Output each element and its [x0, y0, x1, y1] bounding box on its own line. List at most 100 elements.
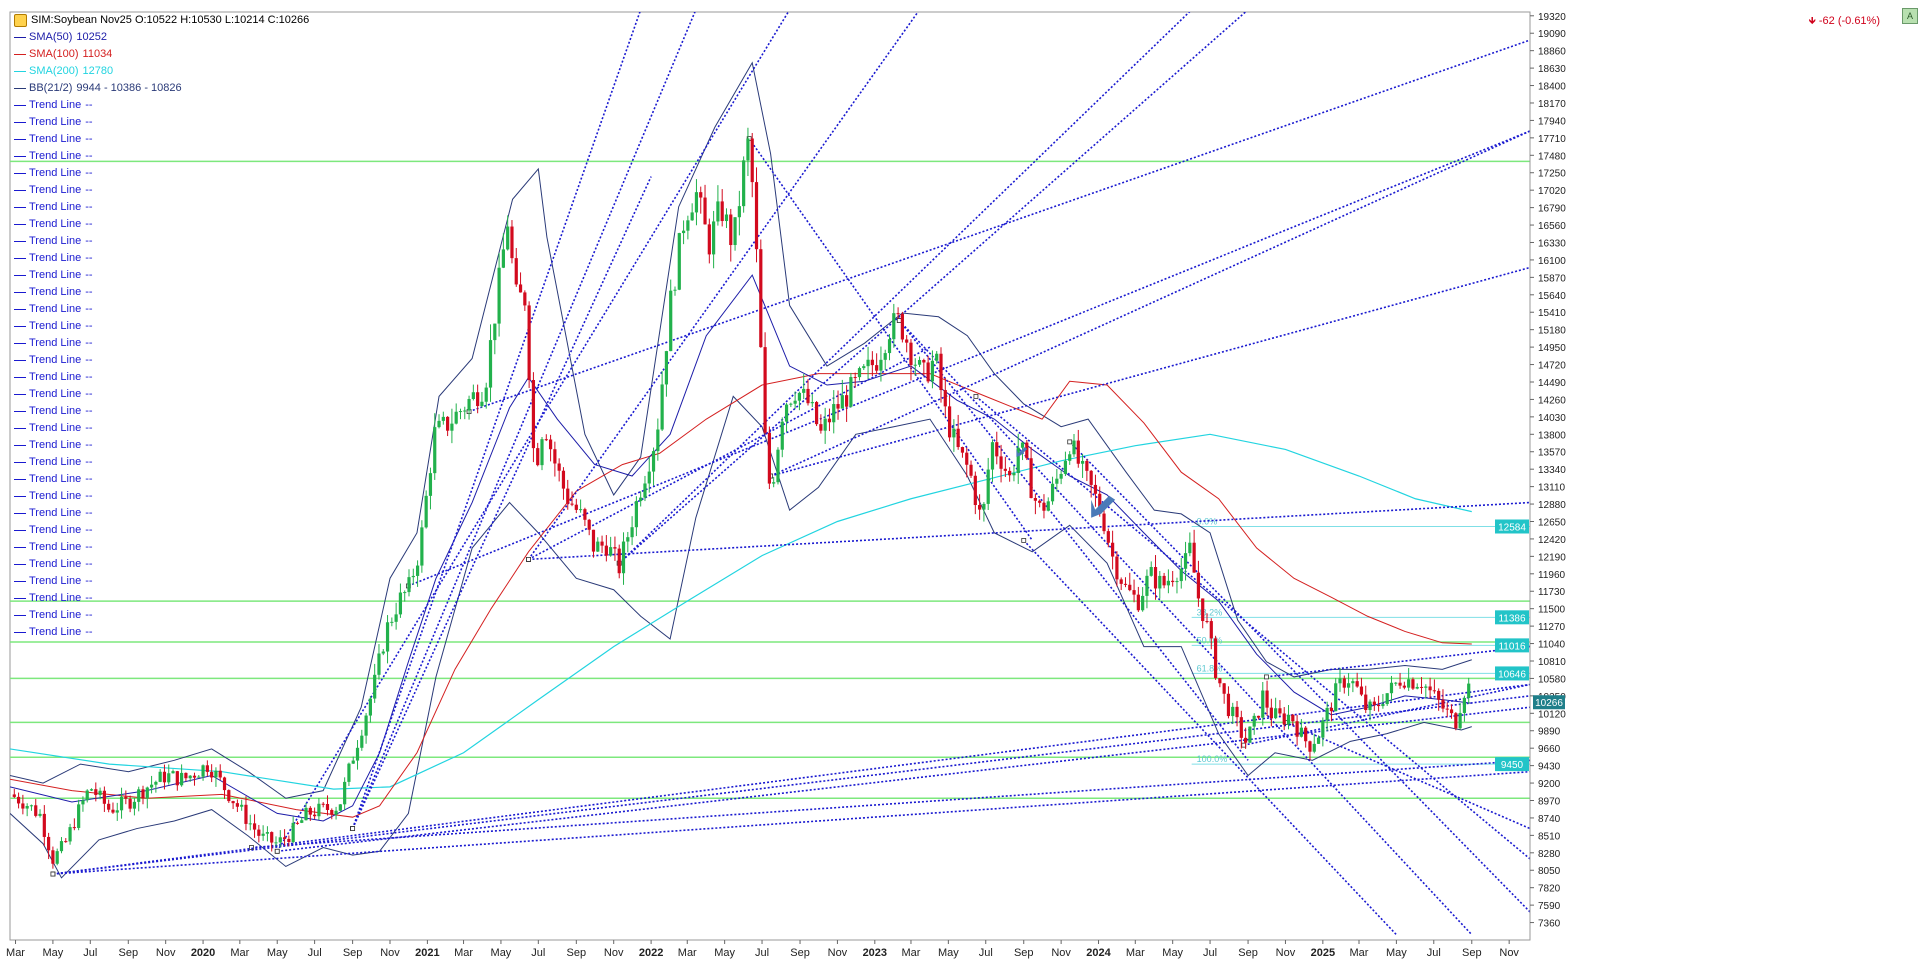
- candle-body: [347, 763, 351, 782]
- legend-trend-line: Trend Line --: [14, 573, 309, 590]
- candle-body: [561, 470, 566, 489]
- legend-trend-line: Trend Line --: [14, 539, 309, 556]
- legend-trend-line: Trend Line --: [14, 369, 309, 386]
- candle-body: [355, 747, 360, 761]
- candle-body: [377, 653, 381, 675]
- candle-body: [304, 807, 308, 821]
- trend-anchor: [1067, 439, 1073, 445]
- candle-body: [47, 836, 51, 851]
- autoscale-button[interactable]: A: [1902, 8, 1918, 24]
- candle-body: [252, 823, 257, 830]
- y-tick-label: 17250: [1538, 169, 1566, 180]
- candle-body: [540, 439, 544, 466]
- candle-body: [214, 770, 218, 778]
- legend-trend-line: Trend Line --: [14, 386, 309, 403]
- legend-trend-line: Trend Line --: [14, 284, 309, 301]
- legend-label: Trend Line: [29, 184, 82, 196]
- legend-swatch: [14, 54, 26, 55]
- candle-body: [29, 805, 34, 807]
- trend-anchor: [973, 393, 979, 399]
- candle-body: [875, 365, 879, 371]
- candle-body: [450, 423, 454, 431]
- candle-body: [724, 214, 729, 222]
- candle-body: [1368, 701, 1372, 711]
- x-tick-label: 2021: [415, 947, 439, 959]
- legend-label: SMA(50): [29, 31, 73, 43]
- x-tick-label: May: [1162, 947, 1183, 959]
- candle-body: [720, 201, 724, 222]
- candle-body: [257, 829, 261, 836]
- candle-body: [493, 323, 497, 341]
- candle-body: [1419, 686, 1424, 688]
- candle-body: [458, 411, 463, 413]
- candle-body: [1183, 553, 1188, 569]
- candle-body: [1166, 580, 1170, 586]
- candle-body: [609, 547, 613, 556]
- candle-body: [1342, 678, 1346, 688]
- candle-body: [1033, 498, 1037, 501]
- candle-body: [1265, 690, 1269, 708]
- y-tick-label: 17940: [1538, 116, 1566, 127]
- candle-body: [832, 404, 836, 423]
- legend-label: Trend Line: [29, 609, 82, 621]
- candle-body: [1428, 686, 1432, 691]
- candle-body: [784, 404, 789, 422]
- y-tick-label: 15640: [1538, 291, 1566, 302]
- y-tick-label: 11960: [1538, 570, 1566, 581]
- y-tick-label: 11040: [1538, 640, 1566, 651]
- y-tick-label: 11500: [1538, 605, 1566, 616]
- legend-label: Trend Line: [29, 507, 82, 519]
- legend-value: --: [85, 626, 93, 638]
- candle-body: [476, 392, 480, 407]
- candle-body: [1329, 707, 1334, 712]
- candle-body: [1072, 440, 1076, 455]
- x-tick-label: Sep: [1238, 947, 1258, 959]
- y-tick-label: 15180: [1538, 326, 1566, 337]
- candle-body: [415, 565, 420, 576]
- candle-body: [956, 428, 960, 448]
- legend-swatch: [14, 122, 26, 123]
- y-tick-label: 16560: [1538, 221, 1566, 232]
- legend-label: Trend Line: [29, 541, 82, 553]
- candle-body: [1445, 708, 1449, 710]
- legend-label: Trend Line: [29, 456, 82, 468]
- candle-body: [913, 364, 917, 366]
- y-tick-label: 8050: [1538, 866, 1561, 877]
- y-tick-label: 17710: [1538, 134, 1566, 145]
- candle-body: [1038, 500, 1042, 503]
- x-tick-label: Mar: [6, 947, 25, 959]
- candle-body: [802, 388, 806, 393]
- legend-value: --: [85, 592, 93, 604]
- candle-body: [38, 813, 42, 816]
- candle-body: [630, 527, 634, 538]
- candle-body: [77, 804, 81, 828]
- x-tick-label: Nov: [1499, 947, 1519, 959]
- legend-trend-line: Trend Line --: [14, 233, 309, 250]
- x-tick-label: Jul: [83, 947, 97, 959]
- legend-label: Trend Line: [29, 252, 82, 264]
- candle-body: [282, 837, 287, 839]
- candle-body: [634, 501, 638, 528]
- x-tick-label: 2020: [191, 947, 215, 959]
- fib-label: 38.2%: [1197, 607, 1223, 617]
- legend-trend-line: Trend Line --: [14, 165, 309, 182]
- candle-body: [712, 221, 716, 255]
- candle-body: [25, 806, 29, 809]
- candle-body: [1282, 713, 1286, 725]
- legend-swatch: [14, 105, 26, 106]
- candle-body: [1458, 712, 1462, 729]
- candle-body: [1432, 690, 1436, 692]
- candle-body: [171, 771, 175, 774]
- candle-body: [107, 803, 111, 810]
- candle-body: [767, 432, 771, 484]
- candle-body: [381, 651, 385, 654]
- legend-swatch: [14, 139, 26, 140]
- candle-body: [759, 249, 763, 348]
- candle-body: [707, 224, 711, 255]
- candle-body: [1080, 460, 1085, 464]
- candle-body: [1325, 707, 1329, 721]
- candle-body: [390, 621, 394, 623]
- candle-body: [1304, 727, 1308, 742]
- price-change: 🡻 -62 (-0.61%): [1809, 14, 1880, 31]
- candle-body: [248, 823, 252, 825]
